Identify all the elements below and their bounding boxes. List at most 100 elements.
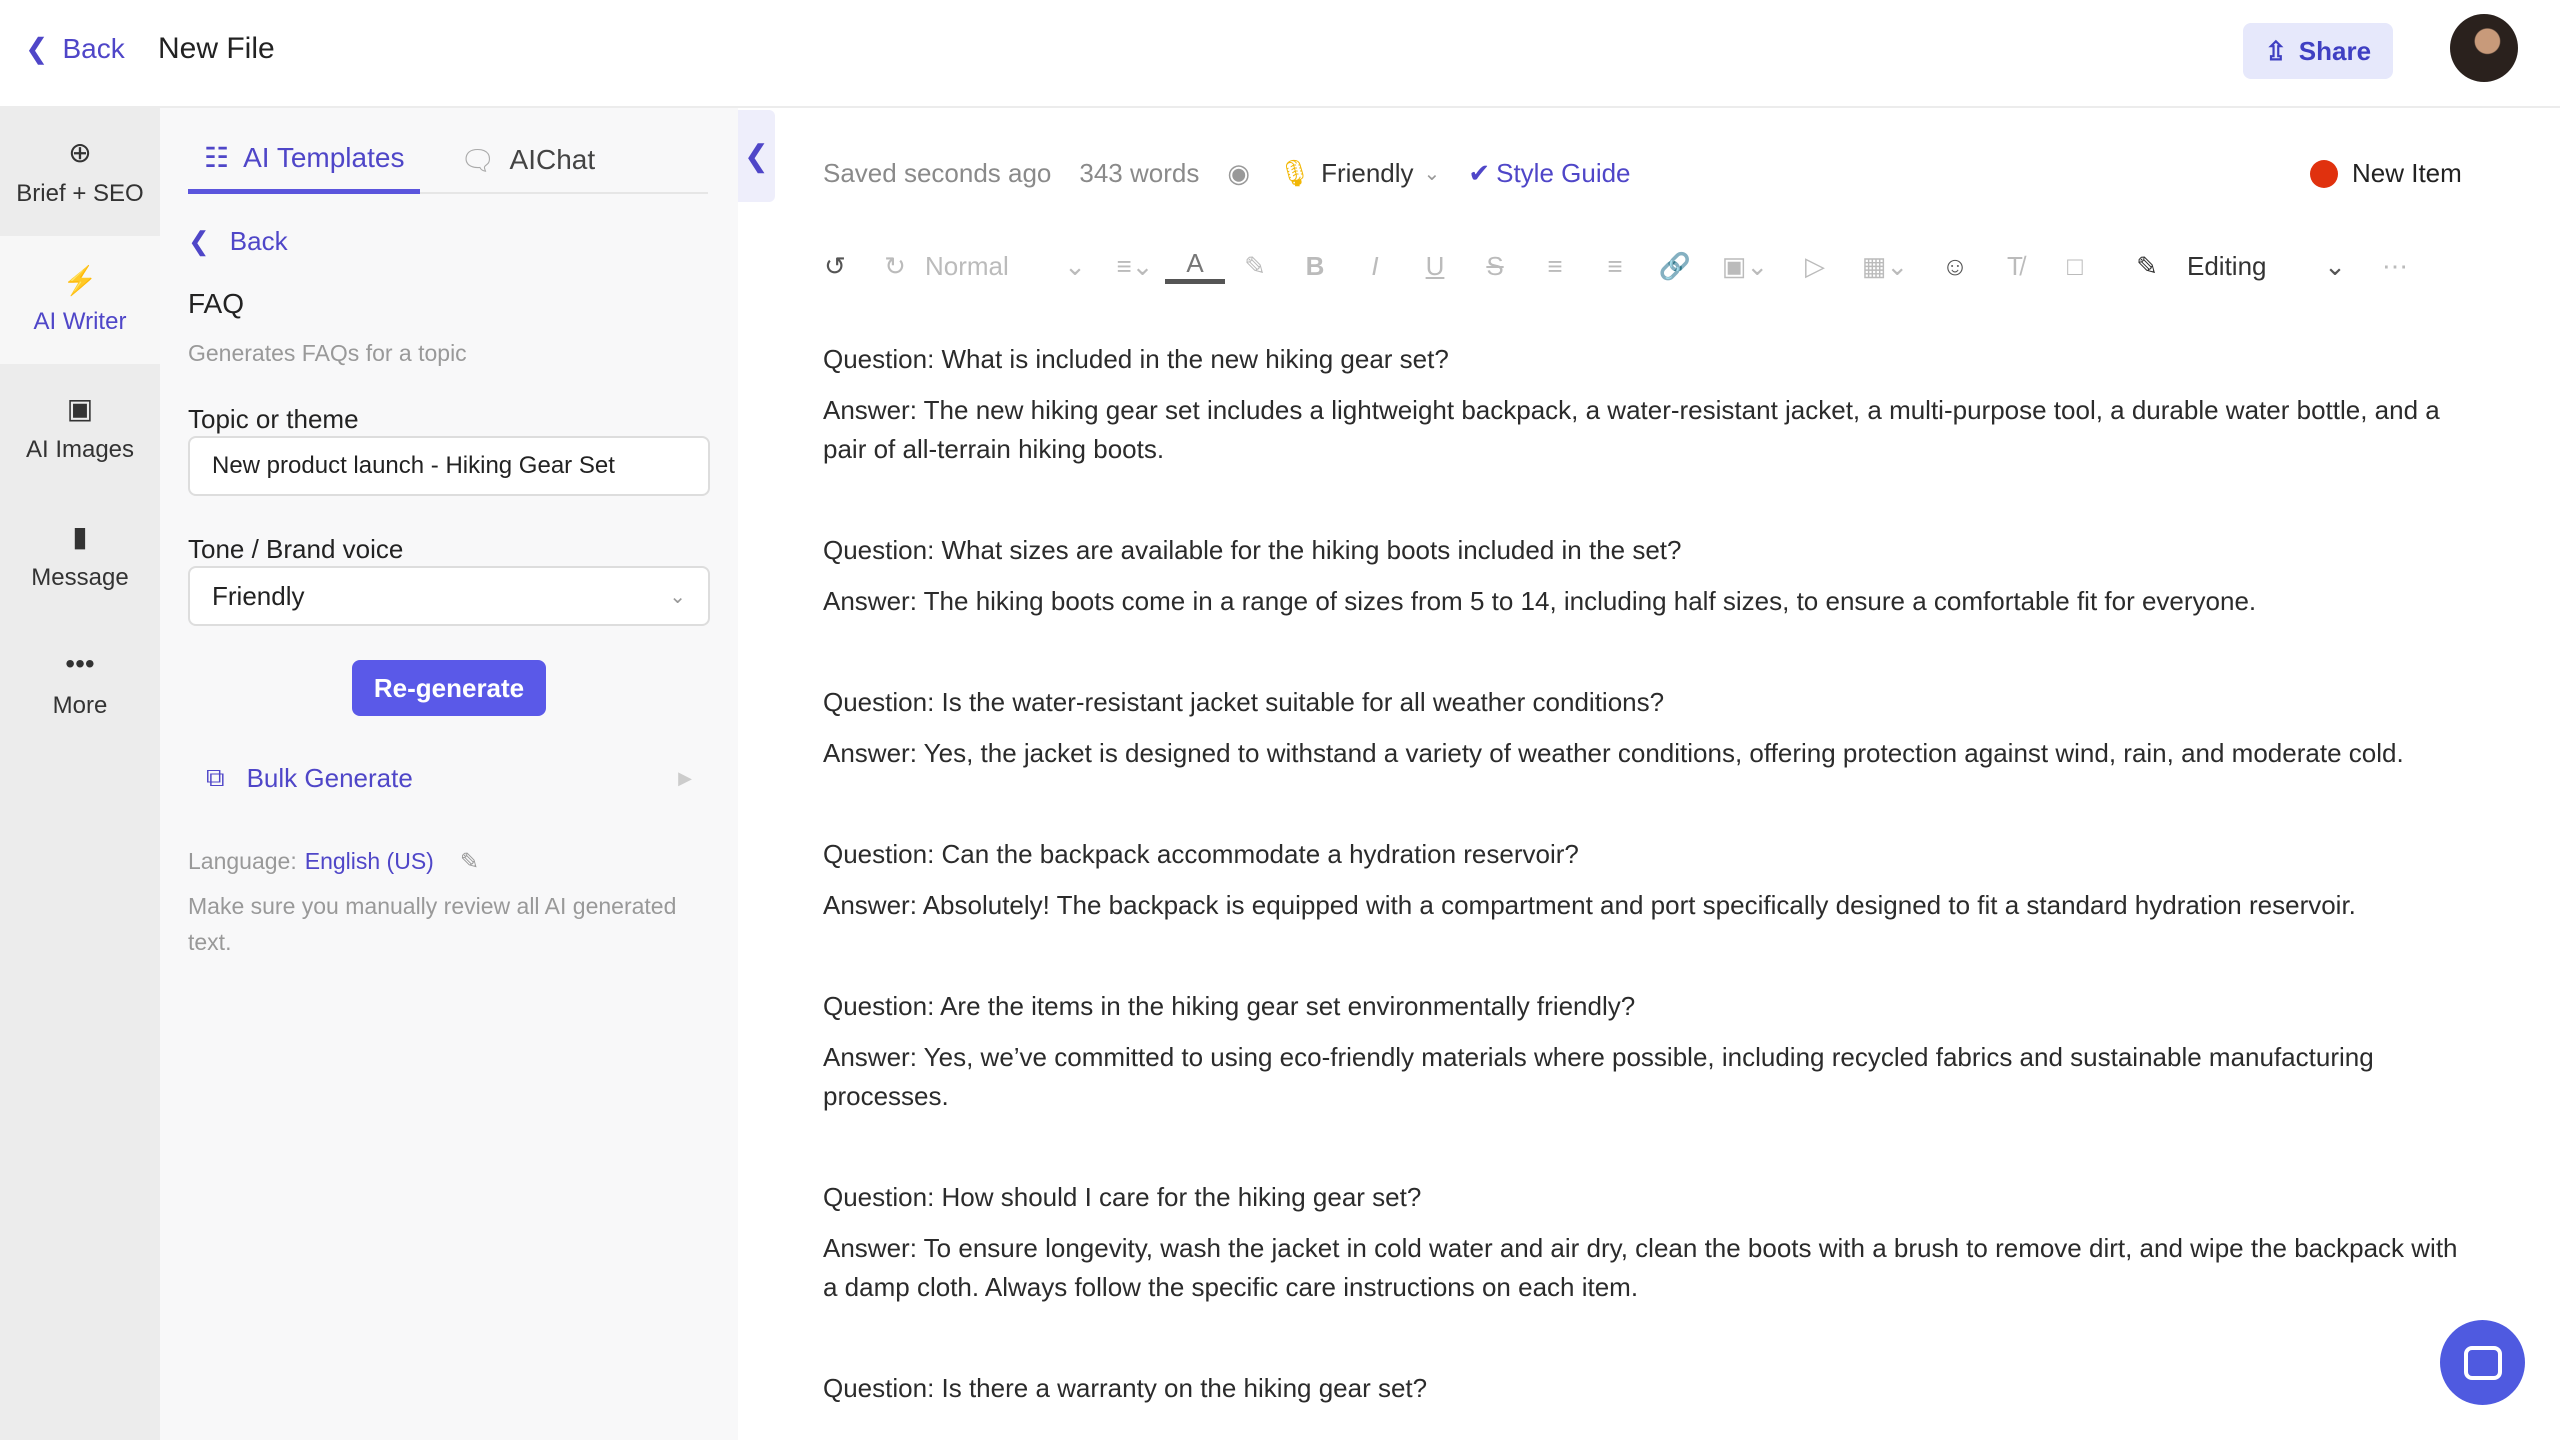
rail-item-message[interactable]: ▮ Message bbox=[0, 492, 160, 620]
link-icon[interactable]: 🔗 bbox=[1645, 251, 1705, 282]
italic-icon[interactable]: I bbox=[1345, 251, 1405, 282]
chevron-left-icon: ❮ bbox=[25, 33, 49, 64]
lightning-icon: ⚡ bbox=[62, 265, 98, 296]
paragraph-style-select[interactable]: Normal ⌄ bbox=[925, 251, 1105, 282]
rail-item-brief-seo[interactable]: ⊕ Brief + SEO bbox=[0, 108, 160, 236]
microphone-icon: 🎙 bbox=[1278, 158, 1312, 188]
upload-icon: ⇫ bbox=[2264, 35, 2287, 66]
faq-answer: Answer: To ensure longevity, wash the ja… bbox=[823, 1233, 2458, 1302]
faq-answer: Answer: The hiking boots come in a range… bbox=[823, 586, 2257, 616]
back-label: Back bbox=[229, 226, 288, 256]
top-header: ❮ Back New File ⇫ Share bbox=[0, 0, 2560, 108]
style-value: Normal bbox=[925, 250, 1009, 281]
align-icon[interactable]: ≡⌄ bbox=[1105, 251, 1165, 282]
template-title: FAQ bbox=[188, 288, 245, 319]
tab-aichat[interactable]: 🗨 AIChat bbox=[460, 126, 595, 194]
share-label: Share bbox=[2298, 35, 2372, 66]
editor: Saved seconds ago 343 words ◉ 🎙 Friendly ⌄… bbox=[775, 108, 2560, 1440]
tab-ai-templates[interactable]: ☷ AI Templates bbox=[188, 126, 421, 194]
more-options-icon[interactable]: ⋯ bbox=[2365, 251, 2425, 282]
word-count: 343 words bbox=[1079, 158, 1200, 188]
regenerate-button[interactable]: Re-generate bbox=[352, 660, 546, 716]
template-description: Generates FAQs for a topic bbox=[188, 340, 467, 366]
chevron-down-icon: ⌄ bbox=[669, 585, 686, 608]
bulk-generate-button[interactable]: ⧉ Bulk Generate ▶ bbox=[206, 762, 692, 794]
rail-label: AI Images bbox=[25, 436, 135, 463]
page-title: New File bbox=[158, 32, 275, 65]
tab-label: AI Templates bbox=[243, 141, 405, 173]
language-value[interactable]: English (US) bbox=[305, 848, 434, 875]
table-icon[interactable]: ▦⌄ bbox=[1845, 251, 1925, 282]
play-icon: ▶ bbox=[678, 767, 692, 788]
rail-label: Message bbox=[31, 564, 129, 591]
faq-question: Question: What sizes are available for t… bbox=[823, 535, 1682, 565]
edit-icon[interactable]: ✎ bbox=[460, 848, 479, 875]
chevron-down-icon[interactable]: ⌄ bbox=[2305, 251, 2365, 282]
status-bar: Saved seconds ago 343 words ◉ 🎙 Friendly ⌄… bbox=[823, 158, 1631, 189]
pencil-icon: ✎ bbox=[2136, 250, 2158, 281]
text-color-icon[interactable]: A bbox=[1165, 248, 1225, 284]
eye-icon[interactable]: ◉ bbox=[1227, 158, 1250, 189]
formatting-toolbar: ↺ ↻ Normal ⌄ ≡⌄ A ✎ B I U S ≡ ≡ 🔗 ▣⌄ ▷ ▦⌄… bbox=[805, 248, 2425, 284]
back-button[interactable]: ❮ Back bbox=[25, 32, 125, 65]
faq-question: Question: Are the items in the hiking ge… bbox=[823, 991, 1636, 1021]
faq-question: Question: Can the backpack accommodate a… bbox=[823, 839, 1579, 869]
strikethrough-icon[interactable]: S bbox=[1465, 251, 1525, 282]
highlight-icon[interactable]: ✎ bbox=[1225, 251, 1285, 282]
faq-question: Question: Is the water-resistant jacket … bbox=[823, 687, 1665, 717]
undo-icon[interactable]: ↺ bbox=[805, 251, 865, 282]
clear-format-icon[interactable]: T̸ bbox=[1985, 251, 2045, 282]
video-icon[interactable]: ▷ bbox=[1785, 251, 1845, 282]
style-guide-label: Style Guide bbox=[1496, 158, 1631, 188]
rail-item-more[interactable]: ••• More bbox=[0, 620, 160, 748]
editing-mode-select[interactable]: ✎ Editing bbox=[2105, 251, 2305, 282]
rail-item-ai-writer[interactable]: ⚡ AI Writer bbox=[0, 236, 160, 364]
comment-icon[interactable]: □ bbox=[2045, 251, 2105, 282]
copy-icon: ⧉ bbox=[206, 762, 225, 792]
language-label: Language: bbox=[188, 848, 297, 874]
rail-label: Brief + SEO bbox=[16, 180, 144, 207]
tone-select[interactable]: Friendly ⌄ bbox=[188, 566, 710, 626]
bullet-list-icon[interactable]: ≡ bbox=[1525, 251, 1585, 282]
panel-tabs: ☷ AI Templates 🗨 AIChat bbox=[188, 126, 708, 194]
tone-value: Friendly bbox=[212, 580, 305, 611]
chevron-down-icon: ⌄ bbox=[1423, 163, 1441, 185]
faq-question: Question: What is included in the new hi… bbox=[823, 344, 1449, 374]
new-item-button[interactable]: New Item bbox=[2310, 158, 2462, 189]
saved-status: Saved seconds ago bbox=[823, 158, 1052, 188]
new-item-label: New Item bbox=[2352, 158, 2462, 188]
rail-label: AI Writer bbox=[33, 308, 127, 335]
badge-check-icon: ✔ bbox=[1468, 158, 1491, 188]
bulk-label: Bulk Generate bbox=[246, 762, 413, 793]
style-guide-button[interactable]: ✔ Style Guide bbox=[1468, 158, 1630, 189]
numbered-list-icon[interactable]: ≡ bbox=[1585, 251, 1645, 282]
topic-label: Topic or theme bbox=[188, 404, 359, 434]
faq-answer: Answer: Absolutely! The backpack is equi… bbox=[823, 890, 2356, 920]
icon-rail: ⊕ Brief + SEO ⚡ AI Writer ▣ AI Images ▮ Mess… bbox=[0, 108, 160, 1440]
chevron-left-icon: ❮ bbox=[188, 226, 210, 256]
document-content[interactable]: Question: What is included in the new hi… bbox=[823, 340, 2463, 1420]
rail-label: More bbox=[52, 692, 108, 719]
bold-icon[interactable]: B bbox=[1285, 251, 1345, 282]
language-row: Language: English (US) ✎ bbox=[188, 848, 479, 875]
library-icon: ☷ bbox=[204, 142, 230, 173]
image-insert-icon[interactable]: ▣⌄ bbox=[1705, 251, 1785, 282]
emoji-icon[interactable]: ☺ bbox=[1925, 251, 1985, 282]
faq-answer: Answer: Yes, we’ve committed to using ec… bbox=[823, 1042, 2374, 1111]
topic-input[interactable]: New product launch - Hiking Gear Set bbox=[188, 436, 710, 496]
redo-icon[interactable]: ↻ bbox=[865, 251, 925, 282]
faq-question: Question: How should I care for the hiki… bbox=[823, 1182, 1422, 1212]
chat-support-button[interactable] bbox=[2440, 1320, 2525, 1405]
tone-label: Tone / Brand voice bbox=[188, 534, 404, 564]
panel-back-button[interactable]: ❮ Back bbox=[188, 226, 288, 257]
tone-dropdown[interactable]: 🎙 Friendly ⌄ bbox=[1278, 158, 1440, 189]
collapse-panel-button[interactable]: ❮ bbox=[738, 110, 775, 202]
faq-answer: Answer: The new hiking gear set includes… bbox=[823, 395, 2440, 464]
rail-item-ai-images[interactable]: ▣ AI Images bbox=[0, 364, 160, 492]
tone-label: Friendly bbox=[1321, 158, 1414, 188]
chat-icon bbox=[2463, 1345, 2502, 1380]
message-icon: ▮ bbox=[72, 521, 88, 552]
share-button[interactable]: ⇫ Share bbox=[2243, 23, 2393, 79]
avatar[interactable] bbox=[2450, 14, 2518, 82]
underline-icon[interactable]: U bbox=[1405, 251, 1465, 282]
